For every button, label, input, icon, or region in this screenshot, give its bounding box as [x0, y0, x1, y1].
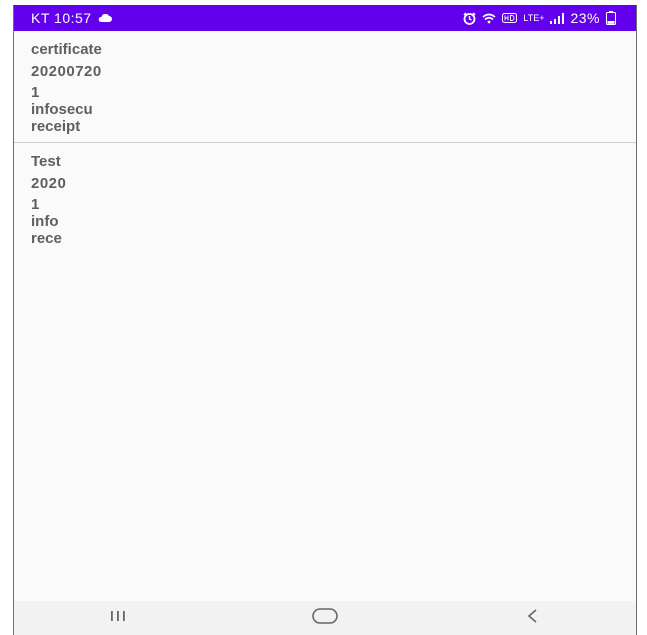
- cloud-icon: [98, 13, 112, 23]
- lte-label: LTE+: [523, 12, 545, 23]
- status-bar: KT 10:57 LTE+ 23%: [14, 5, 636, 31]
- item-title: Test: [31, 153, 61, 170]
- phone-screen: KT 10:57 LTE+ 23% certificate 20200720 1…: [13, 5, 637, 635]
- item-count: 1: [31, 196, 40, 213]
- navigation-bar: [14, 601, 636, 635]
- recent-apps-button[interactable]: [78, 603, 158, 633]
- item-date: 2020: [31, 175, 67, 192]
- battery-percent: 23%: [570, 10, 600, 26]
- home-icon: [312, 607, 338, 629]
- item-count: 1: [31, 84, 40, 101]
- certificate-list: certificate 20200720 1 infosecu receipt …: [14, 31, 636, 601]
- lte-icon: LTE+: [523, 12, 545, 23]
- item-type: receipt: [31, 118, 81, 135]
- back-icon: [526, 608, 538, 629]
- status-right: LTE+ 23%: [463, 10, 636, 26]
- item-type: rece: [31, 230, 62, 247]
- item-date: 20200720: [31, 63, 102, 80]
- item-title: certificate: [31, 41, 102, 58]
- wifi-icon: [482, 13, 496, 24]
- item-company: info: [31, 213, 59, 230]
- list-item[interactable]: Test 2020 1 info rece: [14, 143, 636, 252]
- carrier-time: KT 10:57: [31, 10, 92, 26]
- hd-voice-icon: [502, 13, 518, 23]
- alarm-icon: [463, 11, 476, 25]
- back-button[interactable]: [492, 603, 572, 633]
- list-item[interactable]: certificate 20200720 1 infosecu receipt: [14, 31, 636, 142]
- item-company: infosecu: [31, 101, 93, 118]
- status-left: KT 10:57: [14, 10, 112, 26]
- signal-icon: [550, 12, 565, 24]
- recent-apps-icon: [110, 609, 126, 627]
- home-button[interactable]: [285, 603, 365, 633]
- battery-icon: [606, 11, 616, 25]
